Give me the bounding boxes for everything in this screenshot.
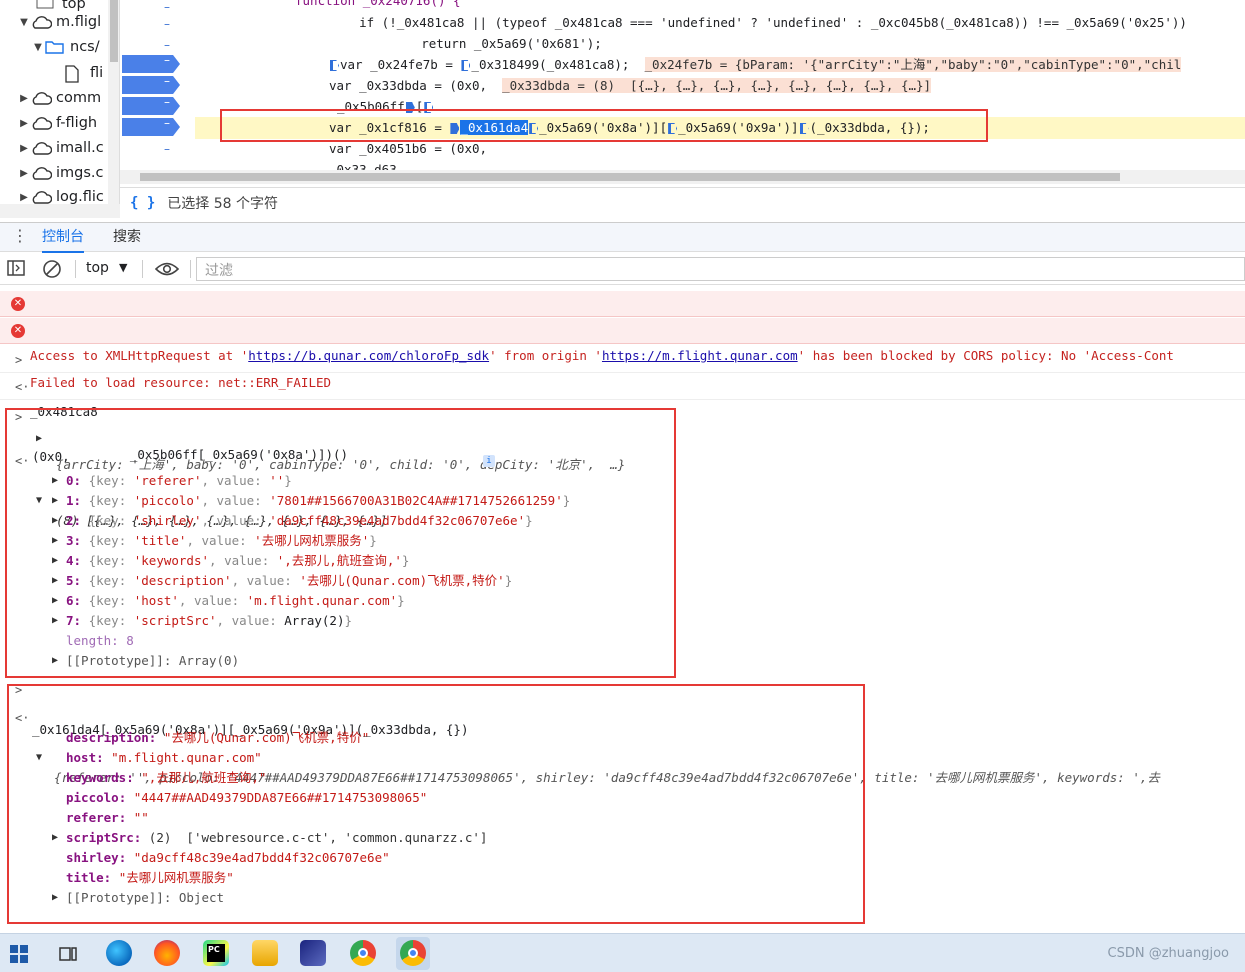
context-selector[interactable]: top [86, 260, 109, 276]
clear-console-icon[interactable] [42, 259, 62, 283]
annotation-box [220, 109, 988, 142]
chevron-down-icon: ▼ [20, 16, 28, 28]
console-error: ✕ Failed to load resource: net::ERR_FAIL… [0, 318, 1245, 390]
devtools-window: top ▼ m.fligl ▼ ncs/ fli ▶ comm ▶ f-fligh ▶ i… [0, 0, 1245, 972]
pycharm-icon[interactable]: PC [203, 940, 229, 966]
task-view-icon[interactable] [58, 944, 78, 968]
divider [190, 260, 191, 278]
cloud-icon [30, 14, 53, 30]
tab-search[interactable]: 搜索 [113, 223, 141, 253]
cloud-icon [30, 189, 53, 204]
drawer-tabbar: ⋮ 控制台 搜索 [0, 222, 1245, 253]
scrollbar-thumb[interactable] [110, 0, 118, 62]
breakpoint-marker[interactable]: – [122, 97, 180, 115]
result-prompt-icon: <· [15, 380, 30, 394]
tree-item-domain[interactable]: ▶ comm [18, 86, 101, 110]
editor-hscrollbar[interactable] [120, 170, 1245, 184]
console-error: ✕ Access to XMLHttpRequest at 'https://b… [0, 291, 1245, 363]
error-icon: ✕ [11, 324, 25, 338]
file-icon [64, 65, 86, 83]
pretty-print-icon[interactable]: { } [130, 195, 155, 211]
inline-breakpoint-icon[interactable] [461, 60, 471, 71]
tree-item-folder[interactable]: ▼ ncs/ [32, 35, 99, 59]
tree-item-domain[interactable]: ▶ imall.c [18, 136, 104, 160]
tree-hscrollbar[interactable] [0, 204, 120, 218]
tree-item-domain[interactable]: ▼ m.fligl [18, 10, 101, 34]
breakpoint-marker[interactable]: – [122, 118, 180, 136]
scrollbar-thumb[interactable] [140, 173, 1120, 181]
code-line: var _0x24fe7b = _0x318499(_0x481ca8); _0… [329, 54, 1182, 75]
code-line: _0x33_d63 [329, 162, 397, 170]
error-icon: ✕ [11, 297, 25, 311]
folder-icon [44, 39, 66, 55]
file-explorer-icon[interactable] [252, 940, 278, 966]
cloud-icon [30, 90, 53, 106]
divider [142, 260, 143, 278]
code-editor[interactable]: function _0x240716() { if (!_0x481ca8 ||… [195, 0, 1245, 170]
selection-status: 已选择 58 个字符 [167, 195, 279, 212]
tree-scrollbar[interactable] [108, 0, 119, 204]
firefox-icon[interactable] [154, 940, 180, 966]
annotation-box [7, 684, 865, 924]
inline-value: _0x33dbda = (8) [{…}, {…}, {…}, {…}, {…}… [502, 78, 932, 93]
eye-icon[interactable] [154, 261, 180, 281]
cloud-icon [30, 140, 53, 156]
inline-value: _0x24fe7b = {bParam: '{"arrCity":"上海","b… [644, 57, 1182, 72]
filter-input[interactable]: 过滤 [196, 257, 1245, 281]
code-line: return _0x5a69('0x681'); [361, 36, 602, 51]
chrome-icon[interactable] [400, 940, 426, 966]
windows-start-icon[interactable] [10, 945, 28, 967]
chevron-right-icon: ▶ [20, 167, 28, 179]
chevron-down-icon[interactable]: ▼ [119, 261, 127, 274]
console-result[interactable]: <· ▶ {arrCity: '上海', baby: '0', cabinTyp… [0, 374, 1245, 472]
console-input[interactable]: > _0x481ca8 [0, 347, 1245, 419]
edge-browser-icon[interactable] [106, 940, 132, 966]
more-menu-icon[interactable]: ⋮ [12, 226, 28, 245]
console-toolbar: top ▼ 过滤 [0, 253, 1245, 285]
app-icon[interactable] [300, 940, 326, 966]
editor-statusbar: { } 已选择 58 个字符 [120, 187, 1245, 217]
windows-taskbar: PC CSDN @zhuangjoo [0, 933, 1245, 972]
code-line: function _0x240716() { [295, 0, 461, 8]
gutter-dash: – [164, 142, 170, 156]
tab-console[interactable]: 控制台 [42, 223, 84, 253]
input-prompt-icon: > [15, 353, 23, 367]
watermark-text: CSDN @zhuangjoo [1107, 946, 1229, 961]
gutter-dash: – [164, 0, 170, 14]
tree-item-domain[interactable]: ▶ f-fligh [18, 111, 97, 135]
cloud-icon [30, 115, 53, 131]
code-line: if (!_0x481ca8 || (typeof _0x481ca8 === … [329, 15, 1187, 30]
inline-breakpoint-icon[interactable] [330, 60, 339, 71]
breakpoint-marker[interactable]: – [122, 55, 180, 73]
gutter-dash: – [164, 17, 170, 31]
tree-item-domain[interactable]: ▶ log.flic [18, 185, 104, 204]
chrome-icon[interactable] [350, 940, 376, 966]
chevron-down-icon: ▼ [34, 41, 42, 53]
chevron-right-icon: ▶ [20, 191, 28, 203]
tree-item-file[interactable]: fli [64, 61, 103, 85]
tree-item-domain[interactable]: ▶ imgs.c [18, 161, 103, 185]
annotation-box [5, 408, 676, 678]
file-tree: top ▼ m.fligl ▼ ncs/ fli ▶ comm ▶ f-fligh ▶ i… [0, 0, 120, 204]
chevron-right-icon: ▶ [20, 92, 28, 104]
sidebar-toggle-icon[interactable] [7, 260, 25, 280]
breakpoint-marker[interactable]: – [122, 76, 180, 94]
code-line: var _0x33dbda = (0x0, _0x33dbda = (8) [{… [329, 78, 932, 93]
gutter-dash: – [164, 38, 170, 52]
cloud-icon [30, 165, 53, 181]
chevron-right-icon: ▶ [20, 142, 28, 154]
divider [75, 260, 76, 278]
chevron-right-icon: ▶ [20, 117, 28, 129]
